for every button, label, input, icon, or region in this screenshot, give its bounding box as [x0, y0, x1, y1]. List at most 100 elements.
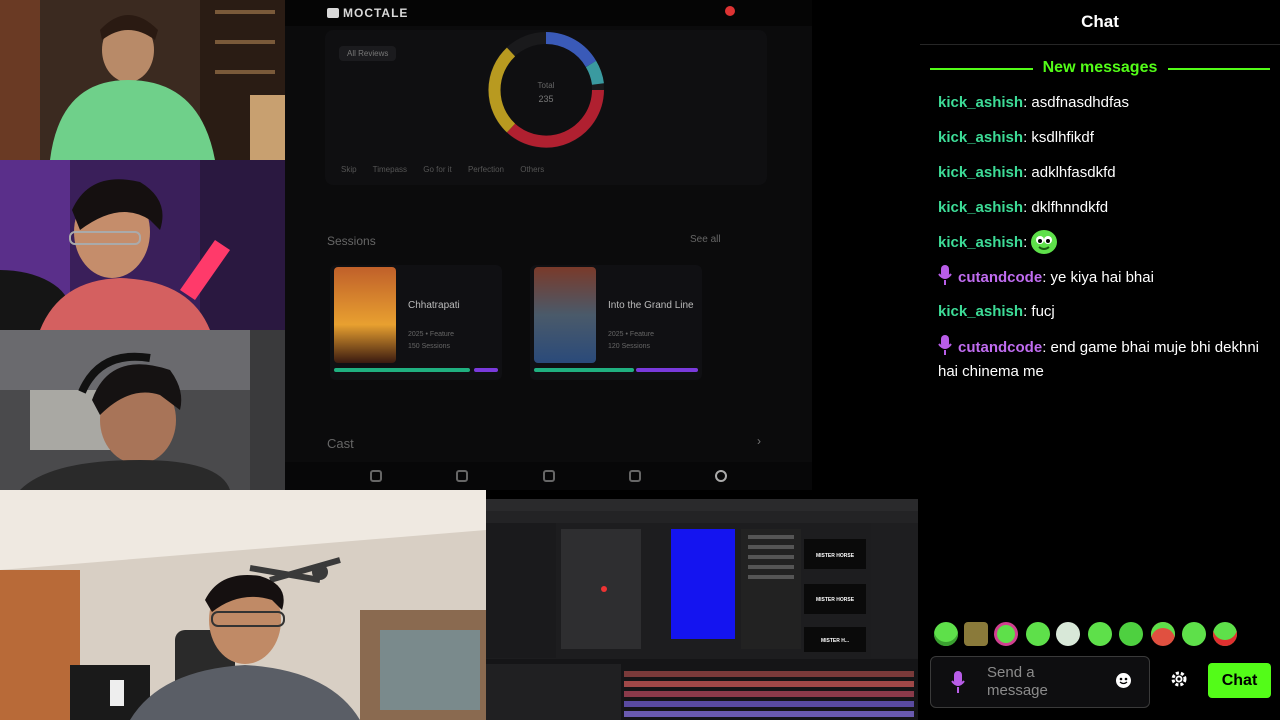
- preview-label: MISTER HORSE: [816, 553, 855, 559]
- green-blob-emote[interactable]: [1031, 230, 1058, 254]
- chevron-right-icon[interactable]: ›: [757, 434, 761, 448]
- progress-purple: [474, 368, 498, 372]
- progress-purple: [636, 368, 698, 372]
- chat-message-input[interactable]: Send a message: [930, 656, 1150, 708]
- clown-blob-emote[interactable]: [994, 622, 1018, 646]
- donut-legend: Skip Timepass Go for it Perfection Other…: [341, 165, 558, 174]
- bottom-nav: [285, 462, 812, 490]
- screen-share-margin: [812, 0, 920, 490]
- bookmark-icon[interactable]: [629, 470, 641, 482]
- chat-title: Chat: [920, 0, 1280, 45]
- webcam-tile-2: [0, 160, 285, 330]
- message-username[interactable]: kick_ashish: [938, 303, 1023, 320]
- microphone-badge-icon: [951, 671, 965, 693]
- app-top-bar: MOCTALE: [285, 0, 812, 26]
- pen-icon[interactable]: [543, 470, 555, 482]
- smile-blob-emote[interactable]: [1119, 622, 1143, 646]
- preview-label: MISTER H...: [821, 638, 850, 644]
- app-screen-share: MOCTALE All Reviews Total 235 Skip Timep…: [285, 0, 812, 490]
- message-username[interactable]: kick_ashish: [938, 234, 1023, 251]
- happy-blob-emote[interactable]: [1088, 622, 1112, 646]
- see-all-link[interactable]: See all: [690, 234, 721, 245]
- profile-icon[interactable]: [715, 470, 727, 482]
- new-messages-divider: New messages: [930, 58, 1270, 78]
- legend-item: Timepass: [372, 165, 408, 174]
- chat-message: cutandcode: end game bhai muje bhi dekhn…: [938, 335, 1260, 384]
- poster-image: [334, 267, 396, 363]
- card-meta: 150 Sessions: [408, 343, 451, 350]
- chat-message: cutandcode: ye kiya hai bhai: [938, 265, 1260, 290]
- progress-green: [534, 368, 634, 372]
- calendar-icon[interactable]: [456, 470, 468, 482]
- grin-blob-emote[interactable]: [1026, 622, 1050, 646]
- ratings-panel: All Reviews Total 235 Skip Timepass Go f…: [325, 30, 767, 185]
- editor-ui: MISTER HORSE MISTER HORSE MISTER H...: [486, 499, 918, 720]
- donut-segment-yellow: [488, 47, 516, 133]
- chat-message: kick_ashish: asdfnasdhdfas: [938, 94, 1129, 111]
- message-text: ye kiya hai bhai: [1050, 269, 1154, 286]
- webcam-4-video: [0, 490, 486, 720]
- webcam-tile-3: [0, 330, 285, 490]
- preview-label: MISTER HORSE: [816, 597, 855, 603]
- session-card[interactable]: Into the Grand Line 2025 • Feature 120 S…: [530, 265, 702, 380]
- box-emote[interactable]: [964, 622, 988, 646]
- chat-message: kick_ashish: dklfhnndkfd: [938, 199, 1109, 216]
- emote-quick-bar: [930, 622, 1270, 648]
- donut-label-bottom: 235: [538, 94, 553, 104]
- donut-label-top: Total: [538, 81, 555, 90]
- message-username[interactable]: cutandcode: [958, 269, 1042, 286]
- message-username[interactable]: kick_ashish: [938, 94, 1023, 111]
- tongue-blob-emote[interactable]: [1182, 622, 1206, 646]
- donut-segment-red: [506, 89, 604, 148]
- message-username[interactable]: kick_ashish: [938, 164, 1023, 181]
- chat-message: kick_ashish: fucj: [938, 303, 1055, 320]
- message-username[interactable]: kick_ashish: [938, 199, 1023, 216]
- card-meta: 120 Sessions: [608, 343, 651, 350]
- skull-blob-emote[interactable]: [1056, 622, 1080, 646]
- webcam-1-video: [0, 0, 285, 160]
- progress-green: [334, 368, 470, 372]
- emoji-picker-icon[interactable]: [1116, 673, 1131, 688]
- message-text: adklhfasdkfd: [1031, 164, 1116, 181]
- ratings-donut-chart: Total 235: [488, 32, 604, 148]
- send-chat-button[interactable]: Chat: [1208, 663, 1271, 698]
- message-text: dklfhnndkfd: [1031, 199, 1109, 216]
- card-title: Into the Grand Line: [608, 300, 694, 311]
- red-blob-emote[interactable]: [1151, 622, 1175, 646]
- message-username[interactable]: kick_ashish: [938, 129, 1023, 146]
- message-username[interactable]: cutandcode: [958, 339, 1042, 356]
- app-logo-text: MOCTALE: [343, 6, 409, 20]
- microphone-badge-icon: [938, 335, 952, 355]
- new-messages-label: New messages: [1042, 59, 1158, 76]
- card-meta: 2025 • Feature: [408, 331, 455, 338]
- app-logo: MOCTALE: [327, 6, 408, 20]
- message-text: fucj: [1031, 303, 1055, 320]
- donut-segment-blue: [545, 32, 597, 68]
- chat-message: kick_ashish: adklhfasdkfd: [938, 164, 1116, 181]
- poster-image: [534, 267, 596, 363]
- sessions-title: Sessions: [327, 234, 376, 248]
- cast-title: Cast: [327, 436, 354, 451]
- chat-message: kick_ashish: ksdlhfikdf: [938, 129, 1094, 146]
- legend-item: Go for it: [423, 165, 452, 174]
- notification-icon[interactable]: [725, 6, 735, 16]
- chat-panel: Chat New messages kick_ashish: asdfnasdh…: [920, 0, 1280, 720]
- home-icon[interactable]: [370, 470, 382, 482]
- video-editor-screen-share: MISTER HORSE MISTER HORSE MISTER H...: [486, 499, 918, 720]
- filter-chip[interactable]: All Reviews: [339, 46, 397, 61]
- chat-settings-gear-icon[interactable]: [1170, 670, 1188, 688]
- halo-blob-emote[interactable]: [934, 622, 958, 646]
- webcam-tile-1: [0, 0, 285, 160]
- webcam-2-video: [0, 160, 285, 330]
- session-card[interactable]: Chhatrapati 2025 • Feature 150 Sessions: [330, 265, 502, 380]
- microphone-badge-icon: [938, 265, 952, 285]
- legend-item: Skip: [341, 165, 357, 174]
- chat-message: kick_ashish:: [938, 230, 1260, 255]
- card-title: Chhatrapati: [408, 300, 460, 311]
- angry-blob-emote[interactable]: [1213, 622, 1237, 646]
- phone-preview: [671, 529, 735, 639]
- legend-item: Others: [520, 165, 545, 174]
- card-meta: 2025 • Feature: [608, 331, 655, 338]
- legend-item: Perfection: [467, 165, 504, 174]
- message-text: ksdlhfikdf: [1031, 129, 1094, 146]
